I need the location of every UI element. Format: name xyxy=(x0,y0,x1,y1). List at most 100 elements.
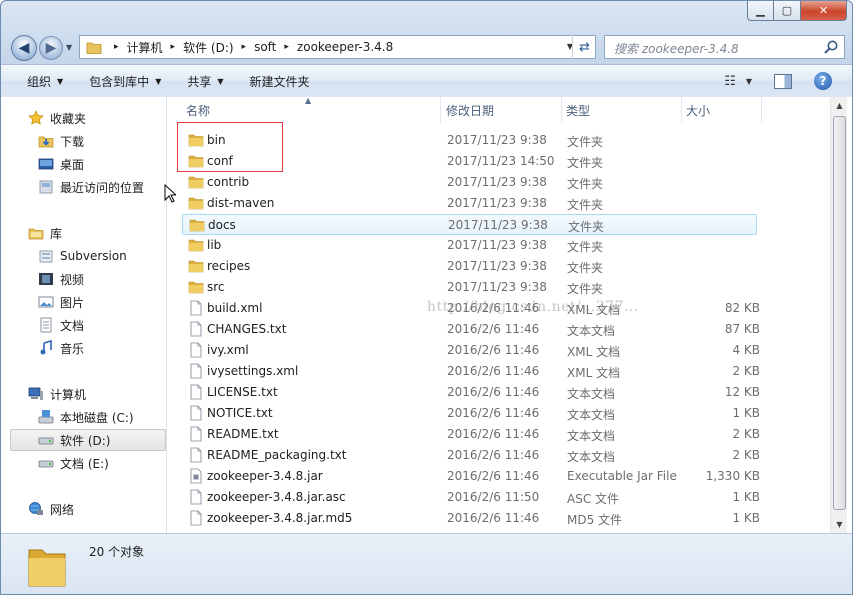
change-view-button[interactable]: ☷ ▼ xyxy=(724,74,752,89)
nav-documents[interactable]: 文档 xyxy=(38,314,84,336)
file-date: 2016/2/6 11:46 xyxy=(447,322,540,336)
nav-drive-d[interactable]: 软件 (D:) xyxy=(10,429,166,451)
file-date: 2016/2/6 11:46 xyxy=(447,301,540,315)
file-name: zookeeper-3.4.8.jar.asc xyxy=(207,490,346,504)
folder-icon xyxy=(188,281,204,294)
refresh-icon[interactable]: ⇄ xyxy=(572,35,596,59)
main-area: 收藏夹 下载 桌面 最近访问的位置 库 Subversion 视频 图片 文档 … xyxy=(1,97,852,533)
column-header-type[interactable]: 类型 xyxy=(562,97,682,123)
breadcrumb-separator-icon[interactable]: ▸ xyxy=(276,42,297,52)
table-row[interactable]: README_packaging.txt 2016/2/6 11:46 文本文档 2 … xyxy=(182,445,760,466)
nav-pictures[interactable]: 图片 xyxy=(38,291,84,313)
folder-icon xyxy=(28,549,66,587)
file-date: 2016/2/6 11:46 xyxy=(447,469,540,483)
scroll-thumb[interactable] xyxy=(833,116,846,510)
breadcrumb-separator-icon[interactable]: ▸ xyxy=(234,42,255,52)
column-header-name[interactable]: 名称 xyxy=(182,97,441,123)
nav-favorites[interactable]: 收藏夹 xyxy=(28,107,86,129)
share-menu[interactable]: 共享 ▼ xyxy=(187,73,223,90)
nav-recent-places[interactable]: 最近访问的位置 xyxy=(38,176,144,198)
maximize-button[interactable]: ▢ xyxy=(774,1,801,21)
table-row[interactable]: docs 2017/11/23 9:38 文件夹 xyxy=(182,214,757,235)
breadcrumb-soft[interactable]: soft xyxy=(254,40,276,54)
table-row[interactable]: README.txt 2016/2/6 11:46 文本文档 2 KB xyxy=(182,424,760,445)
file-size: 2 KB xyxy=(732,448,760,462)
file-date: 2017/11/23 9:38 xyxy=(447,280,547,294)
nav-computer[interactable]: 计算机 xyxy=(28,383,86,405)
column-type-label: 类型 xyxy=(566,103,591,118)
table-row[interactable]: NOTICE.txt 2016/2/6 11:46 文本文档 1 KB xyxy=(182,403,760,424)
nav-desktop[interactable]: 桌面 xyxy=(38,153,84,175)
file-type: 文件夹 xyxy=(568,220,605,234)
organize-menu[interactable]: 组织 ▼ xyxy=(27,73,63,90)
recent-pages-dropdown-icon[interactable]: ▼ xyxy=(66,43,72,52)
address-bar[interactable]: ▸ 计算机 ▸ 软件 (D:) ▸ soft ▸ zookeeper-3.4.8… xyxy=(79,35,596,59)
column-headers: 名称 ▲ 修改日期 类型 大小 xyxy=(168,97,830,123)
minimize-button[interactable]: ▁ xyxy=(747,1,774,21)
nav-subversion[interactable]: Subversion xyxy=(38,245,127,267)
breadcrumb-drive-d[interactable]: 软件 (D:) xyxy=(183,39,233,56)
document-icon xyxy=(190,447,202,463)
breadcrumb-separator-icon[interactable]: ▸ xyxy=(106,42,127,52)
nav-recent-places-label: 最近访问的位置 xyxy=(60,180,145,195)
search-icon[interactable] xyxy=(823,39,839,55)
table-row[interactable]: dist-maven 2017/11/23 9:38 文件夹 xyxy=(182,193,757,214)
table-row[interactable]: zookeeper-3.4.8.jar 2016/2/6 11:46 Executa… xyxy=(182,466,760,487)
breadcrumb-separator-icon[interactable]: ▸ xyxy=(163,42,184,52)
folder-icon xyxy=(188,260,204,273)
nav-downloads[interactable]: 下载 xyxy=(38,130,84,152)
nav-music[interactable]: 音乐 xyxy=(38,337,84,359)
scroll-down-icon[interactable]: ▼ xyxy=(831,516,848,533)
file-type: 文件夹 xyxy=(567,177,604,191)
column-header-date[interactable]: 修改日期 xyxy=(442,97,562,123)
nav-network[interactable]: 网络 xyxy=(28,498,74,520)
table-row[interactable]: src 2017/11/23 9:38 文件夹 xyxy=(182,277,757,298)
table-row[interactable]: zookeeper-3.4.8.jar.md5 2016/2/6 11:46 MD5… xyxy=(182,508,760,529)
nav-videos[interactable]: 视频 xyxy=(38,268,84,290)
table-row[interactable]: CHANGES.txt 2016/2/6 11:46 文本文档 87 KB xyxy=(182,319,760,340)
nav-videos-label: 视频 xyxy=(60,272,85,287)
column-name-label: 名称 xyxy=(186,103,211,118)
table-row[interactable]: recipes 2017/11/23 9:38 文件夹 xyxy=(182,256,757,277)
scroll-up-icon[interactable]: ▲ xyxy=(831,97,848,114)
vertical-scrollbar[interactable]: ▲ ▼ xyxy=(830,97,847,533)
back-button[interactable]: ◀ xyxy=(11,35,37,61)
nav-drive-e-label: 文档 (E:) xyxy=(60,456,109,471)
forward-button[interactable]: ▶ xyxy=(39,36,63,60)
nav-computer-label: 计算机 xyxy=(50,387,87,402)
table-row[interactable]: contrib 2017/11/23 9:38 文件夹 xyxy=(182,172,757,193)
search-box[interactable]: 搜索 zookeeper-3.4.8 xyxy=(604,35,845,59)
chevron-down-icon: ▼ xyxy=(217,76,224,86)
search-input[interactable]: 搜索 zookeeper-3.4.8 xyxy=(614,40,739,57)
chevron-down-icon: ▼ xyxy=(155,76,162,86)
music-note-icon xyxy=(38,339,54,356)
file-name: docs xyxy=(208,218,236,232)
table-row[interactable]: ivysettings.xml 2016/2/6 11:46 XML 文档 2 KB xyxy=(182,361,760,382)
document-icon xyxy=(190,321,202,337)
nav-drive-e[interactable]: 文档 (E:) xyxy=(38,452,109,474)
file-date: 2016/2/6 11:46 xyxy=(447,343,540,357)
help-icon[interactable]: ? xyxy=(814,72,832,90)
file-name: dist-maven xyxy=(207,196,275,210)
navigation-row: ◀ ▶ ▼ ▸ 计算机 ▸ 软件 (D:) ▸ soft ▸ zookeeper… xyxy=(1,31,852,63)
include-in-library-menu[interactable]: 包含到库中 ▼ xyxy=(89,73,161,90)
video-icon xyxy=(38,271,54,287)
table-row[interactable]: zookeeper-3.4.8.jar.asc 2016/2/6 11:50 ASC… xyxy=(182,487,760,508)
new-folder-button[interactable]: 新建文件夹 xyxy=(250,73,310,90)
close-button[interactable]: ✕ xyxy=(801,1,847,21)
table-row[interactable]: ivy.xml 2016/2/6 11:46 XML 文档 4 KB xyxy=(182,340,760,361)
preview-pane-icon[interactable] xyxy=(774,73,792,89)
document-icon xyxy=(190,510,202,526)
column-header-size[interactable]: 大小 xyxy=(682,97,762,123)
breadcrumb-computer[interactable]: 计算机 xyxy=(127,39,163,56)
file-date: 2017/11/23 9:38 xyxy=(448,218,548,232)
recent-places-icon xyxy=(38,179,54,195)
table-row[interactable]: build.xml 2016/2/6 11:46 XML 文档 82 KB xyxy=(182,298,760,319)
table-row[interactable]: lib 2017/11/23 9:38 文件夹 xyxy=(182,235,757,256)
table-row[interactable]: LICENSE.txt 2016/2/6 11:46 文本文档 12 KB xyxy=(182,382,760,403)
nav-drive-c[interactable]: 本地磁盘 (C:) xyxy=(38,406,134,428)
breadcrumb-zookeeper[interactable]: zookeeper-3.4.8 xyxy=(297,40,393,54)
red-highlight-annotation xyxy=(177,122,283,172)
column-size-label: 大小 xyxy=(686,103,711,118)
nav-libraries[interactable]: 库 xyxy=(28,222,62,244)
